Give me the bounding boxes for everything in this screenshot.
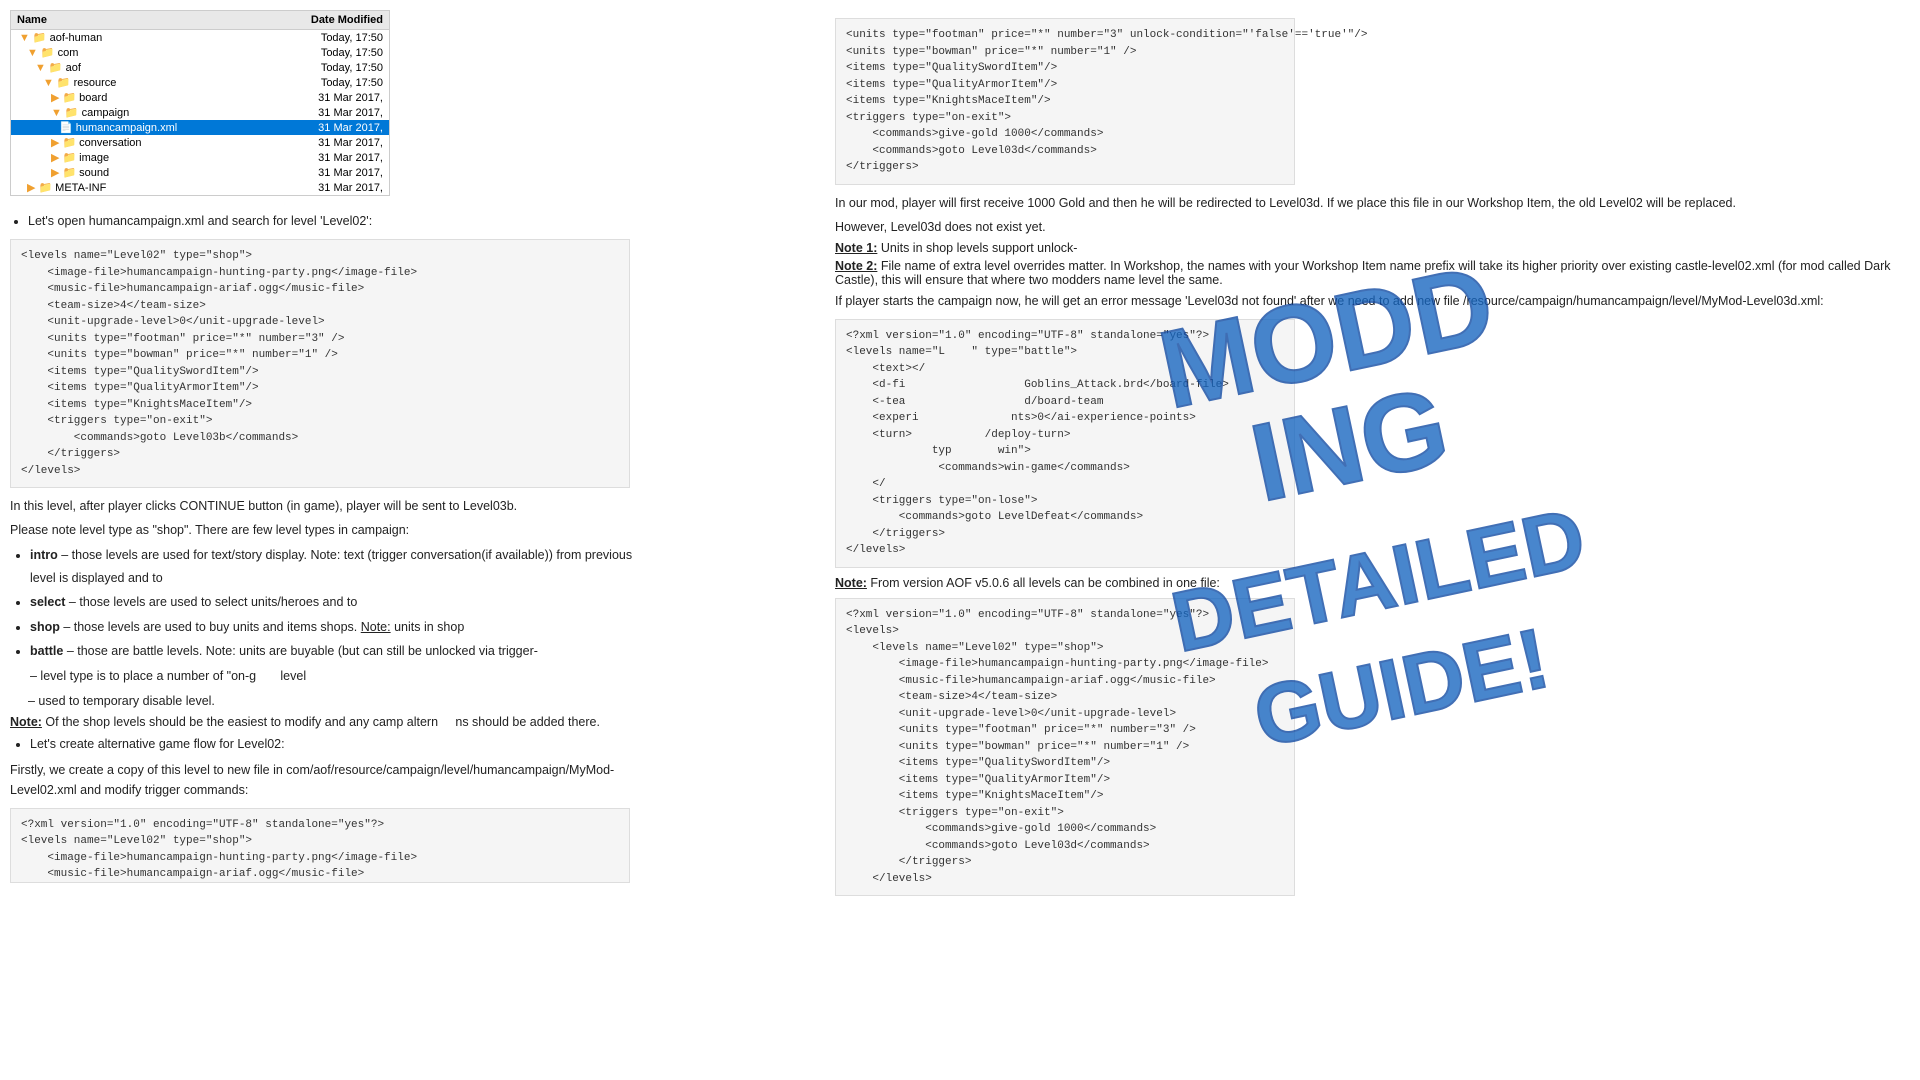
- right-panel: <units type="footman" price="*" number="…: [820, 0, 1920, 1080]
- code-block-1: <levels name="Level02" type="shop"> <ima…: [10, 239, 630, 488]
- file-name: com: [58, 47, 79, 59]
- file-row-humancampaign[interactable]: 📄 humancampaign.xml 31 Mar 2017,: [11, 120, 389, 135]
- file-row-conversation[interactable]: ▶ 📁 conversation 31 Mar 2017,: [11, 135, 389, 150]
- file-row-resource[interactable]: ▼ 📁 resource Today, 17:50: [11, 75, 389, 90]
- para-copy: Firstly, we create a copy of this level …: [10, 760, 630, 800]
- code-block-right-bottom: <?xml version="1.0" encoding="UTF-8" sta…: [835, 598, 1295, 897]
- file-date: Today, 17:50: [263, 32, 383, 44]
- file-date: 31 Mar 2017,: [263, 152, 383, 164]
- file-browser: Name Date Modified ▼ 📁 aof-human Today, …: [10, 10, 390, 196]
- col-name-header: Name: [17, 14, 263, 26]
- folder-expand-icon: ▼: [35, 62, 46, 74]
- folder-expand-icon: ▶: [27, 181, 35, 194]
- file-name: META-INF: [55, 182, 106, 194]
- folder-icon: 📁: [62, 151, 76, 164]
- file-name: image: [79, 152, 109, 164]
- file-date: 31 Mar 2017,: [263, 167, 383, 179]
- folder-icon: 📁: [33, 31, 47, 44]
- folder-icon: 📁: [41, 46, 55, 59]
- file-row-campaign[interactable]: ▼ 📁 campaign 31 Mar 2017,: [11, 105, 389, 120]
- folder-icon: 📁: [62, 166, 76, 179]
- file-date: Today, 17:50: [263, 47, 383, 59]
- right-para1: In our mod, player will first receive 10…: [835, 193, 1905, 213]
- folder-icon: 📁: [62, 91, 76, 104]
- folder-expand-icon: ▶: [51, 166, 59, 179]
- left-panel: Name Date Modified ▼ 📁 aof-human Today, …: [0, 0, 820, 1080]
- folder-expand-icon: ▶: [51, 91, 59, 104]
- file-name: resource: [74, 77, 117, 89]
- file-row-board[interactable]: ▶ 📁 board 31 Mar 2017,: [11, 90, 389, 105]
- file-name: sound: [79, 167, 109, 179]
- note-shop: Note: Of the shop levels should be the e…: [10, 715, 630, 729]
- file-name: board: [79, 92, 107, 104]
- file-row-aof-human[interactable]: ▼ 📁 aof-human Today, 17:50: [11, 30, 389, 45]
- right-para3: If player starts the campaign now, he wi…: [835, 291, 1905, 311]
- file-date: 31 Mar 2017,: [263, 92, 383, 104]
- file-row-metainf[interactable]: ▶ 📁 META-INF 31 Mar 2017,: [11, 180, 389, 195]
- file-name: aof: [66, 62, 81, 74]
- file-date: 31 Mar 2017,: [263, 182, 383, 194]
- folder-icon: 📁: [49, 61, 63, 74]
- bullet-extra: – used to temporary disable level.: [28, 691, 648, 711]
- file-icon: 📄: [59, 121, 73, 134]
- folder-expand-icon: ▼: [51, 107, 62, 119]
- folder-icon: 📁: [57, 76, 71, 89]
- folder-icon: 📁: [62, 136, 76, 149]
- col-date-header: Date Modified: [263, 14, 383, 26]
- file-row-image[interactable]: ▶ 📁 image 31 Mar 2017,: [11, 150, 389, 165]
- file-date: Today, 17:50: [263, 62, 383, 74]
- folder-icon: 📁: [38, 181, 52, 194]
- code-block-2: <?xml version="1.0" encoding="UTF-8" sta…: [10, 808, 630, 883]
- file-row-com[interactable]: ▼ 📁 com Today, 17:50: [11, 45, 389, 60]
- file-name: campaign: [82, 107, 130, 119]
- create-alt-bullet: Let's create alternative game flow for L…: [30, 733, 820, 756]
- folder-expand-icon: ▼: [27, 47, 38, 59]
- folder-expand-icon: ▼: [19, 32, 30, 44]
- file-name: conversation: [79, 137, 141, 149]
- para1: In this level, after player clicks CONTI…: [10, 496, 630, 516]
- folder-expand-icon: ▼: [43, 77, 54, 89]
- file-date: Today, 17:50: [263, 77, 383, 89]
- code-block-right-mid: <?xml version="1.0" encoding="UTF-8" sta…: [835, 319, 1295, 568]
- code-block-right-top: <units type="footman" price="*" number="…: [835, 18, 1295, 185]
- level-types-list: intro – those levels are used for text/s…: [30, 544, 650, 687]
- file-row-aof[interactable]: ▼ 📁 aof Today, 17:50: [11, 60, 389, 75]
- section1-intro: Let's open humancampaign.xml and search …: [10, 211, 630, 231]
- note1: Note 1: Units in shop levels support unl…: [835, 241, 1905, 255]
- file-date: 31 Mar 2017,: [263, 107, 383, 119]
- note2: Note 2: File name of extra level overrid…: [835, 259, 1905, 287]
- para2: Please note level type as "shop". There …: [10, 520, 630, 540]
- file-date: 31 Mar 2017,: [263, 137, 383, 149]
- file-name: humancampaign.xml: [76, 122, 178, 134]
- right-para2: However, Level03d does not exist yet.: [835, 217, 1905, 237]
- note3: Note: From version AOF v5.0.6 all levels…: [835, 576, 1905, 590]
- folder-expand-icon: ▶: [51, 151, 59, 164]
- folder-icon: 📁: [65, 106, 79, 119]
- file-date: 31 Mar 2017,: [263, 122, 383, 134]
- file-name: aof-human: [50, 32, 103, 44]
- folder-expand-icon: ▶: [51, 136, 59, 149]
- file-browser-header: Name Date Modified: [11, 11, 389, 30]
- file-row-sound[interactable]: ▶ 📁 sound 31 Mar 2017,: [11, 165, 389, 180]
